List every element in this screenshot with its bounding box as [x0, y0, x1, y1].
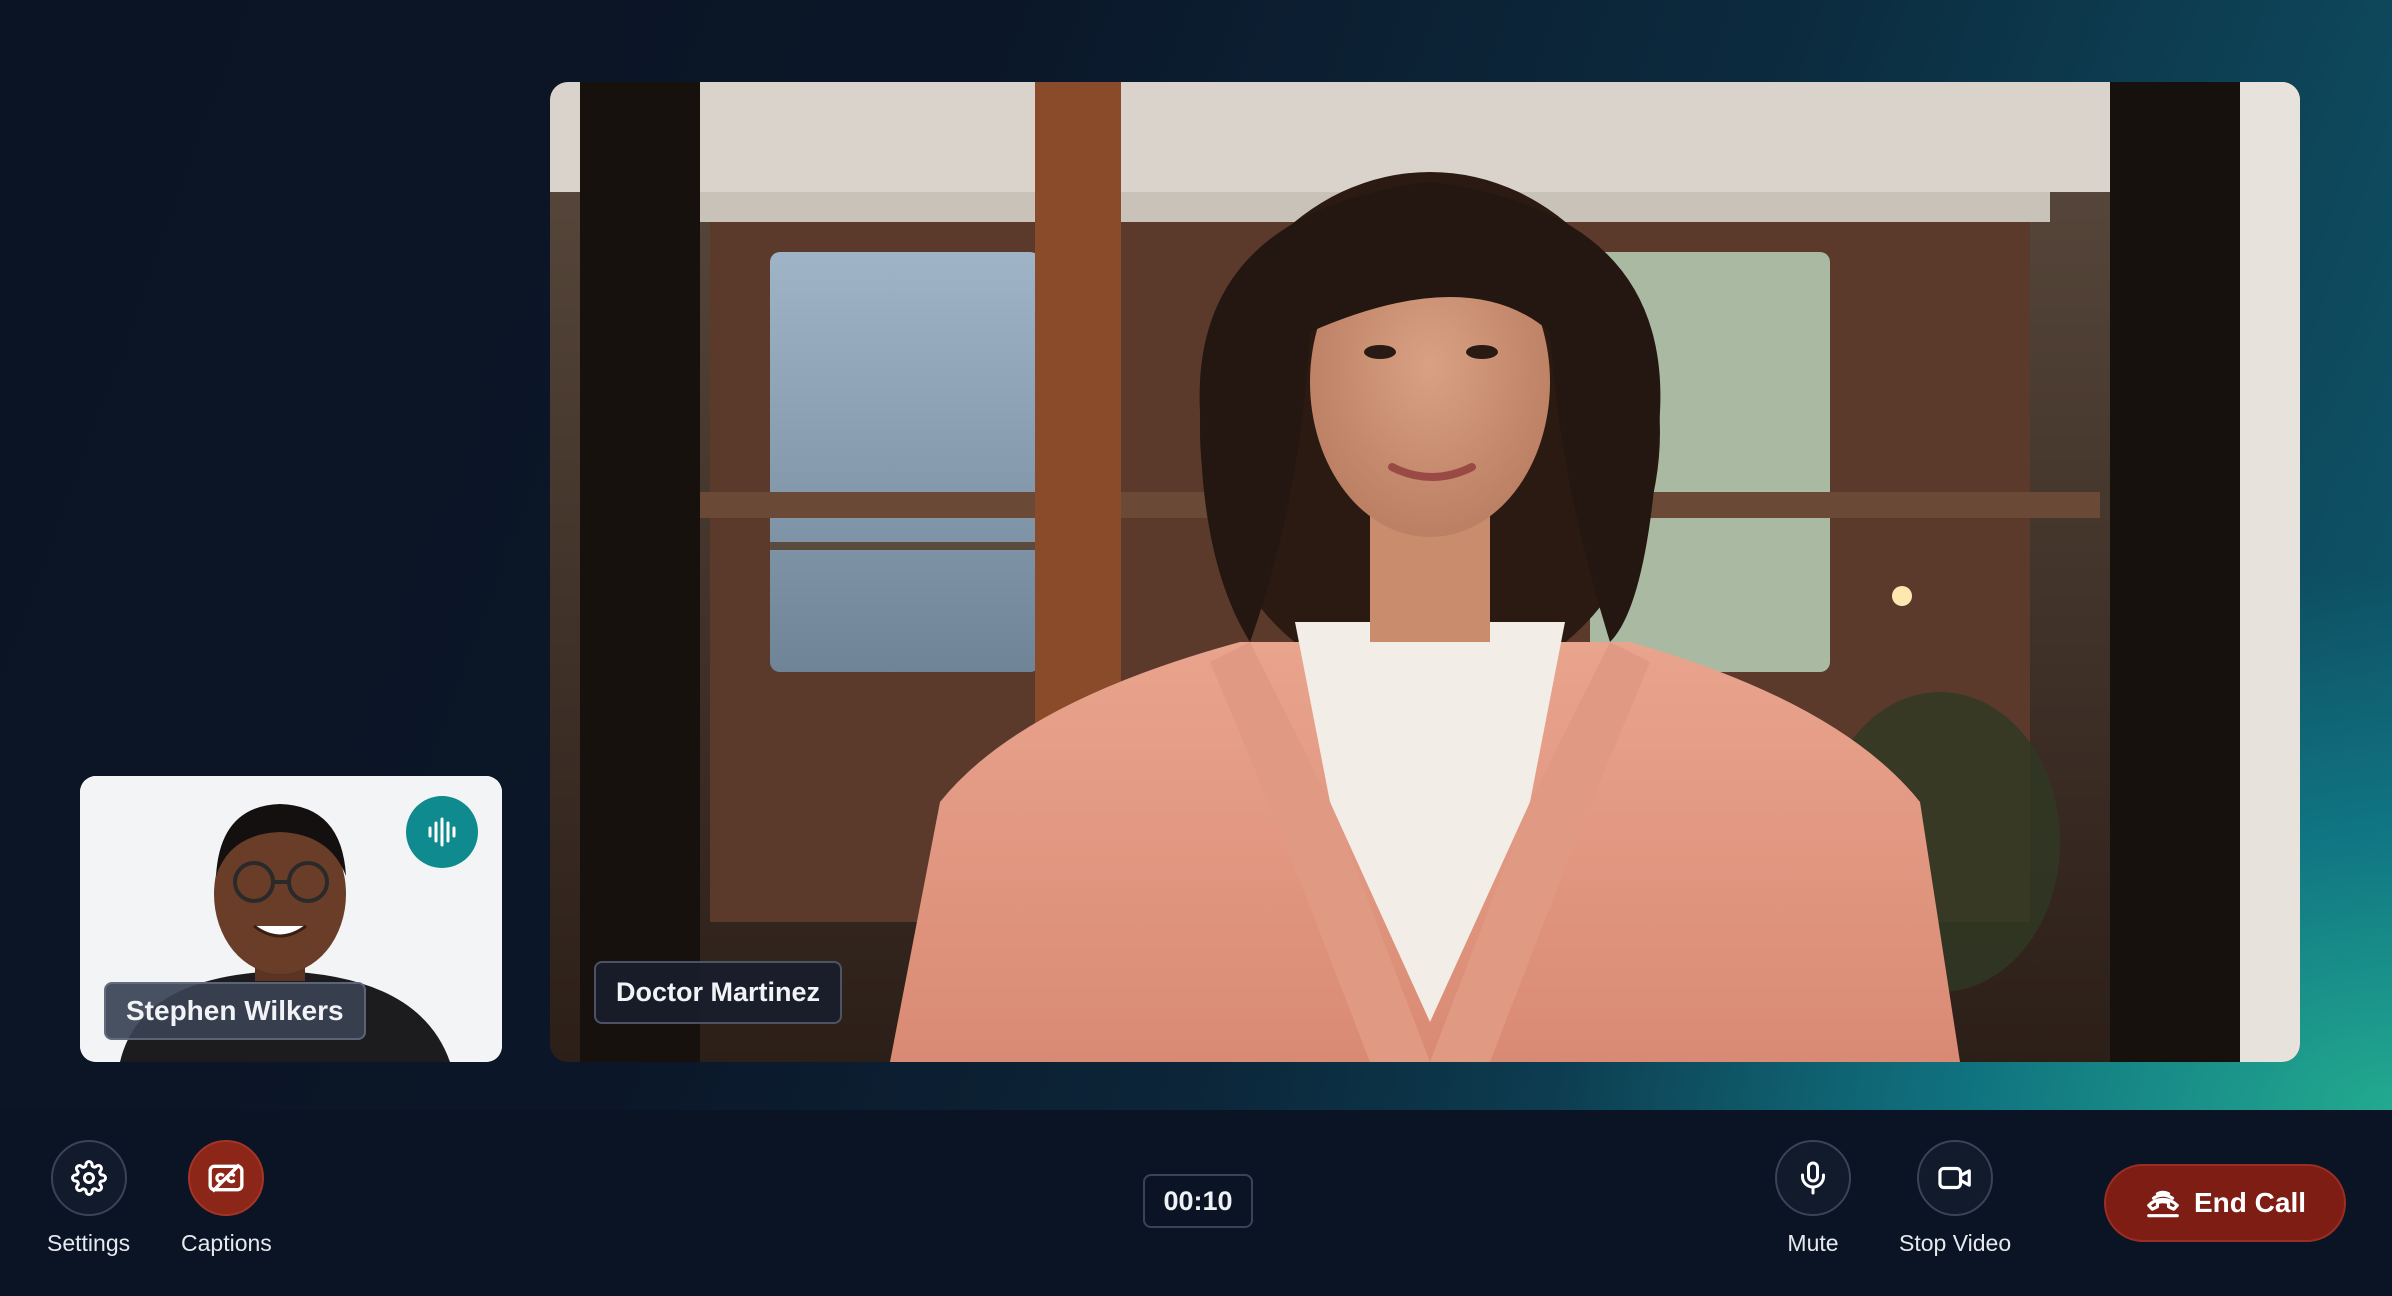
settings-control[interactable]: Settings — [47, 1140, 130, 1257]
end-call-label: End Call — [2193, 1187, 2306, 1218]
call-toolbar: Settings Captions 00:10 Mute Stop Video … — [0, 1110, 2392, 1296]
remote-video-tile: Doctor Martinez — [550, 82, 2300, 1062]
end-call-button[interactable]: End Call — [2104, 1164, 2346, 1242]
captions-control[interactable]: Captions — [181, 1140, 272, 1257]
call-stage: Doctor Martinez Stephen Wilkers — [0, 0, 2392, 1110]
stop-video-button[interactable] — [1917, 1140, 1994, 1216]
gear-icon — [70, 1160, 107, 1196]
closed-captions-icon — [208, 1163, 244, 1193]
mute-button[interactable] — [1775, 1140, 1851, 1216]
video-camera-icon — [1938, 1166, 1971, 1190]
microphone-icon — [1801, 1161, 1825, 1195]
captions-button[interactable] — [188, 1140, 265, 1216]
stop-video-label: Stop Video — [1899, 1230, 2012, 1256]
call-timer: 00:10 — [1143, 1174, 1253, 1228]
remote-video-frame — [550, 82, 2300, 1062]
audio-waveform-icon — [428, 817, 456, 847]
speaking-indicator — [406, 796, 478, 868]
self-participant-name: Stephen Wilkers — [104, 982, 366, 1040]
phone-hangup-icon — [2147, 1190, 2179, 1218]
stop-video-control[interactable]: Stop Video — [1899, 1140, 2011, 1257]
remote-participant-name: Doctor Martinez — [594, 961, 843, 1024]
captions-label: Captions — [181, 1230, 272, 1256]
settings-label: Settings — [47, 1230, 131, 1256]
self-video-tile[interactable]: Stephen Wilkers — [80, 776, 502, 1062]
mute-label: Mute — [1787, 1230, 1839, 1256]
settings-button[interactable] — [50, 1140, 127, 1216]
mute-control[interactable]: Mute — [1775, 1140, 1851, 1257]
